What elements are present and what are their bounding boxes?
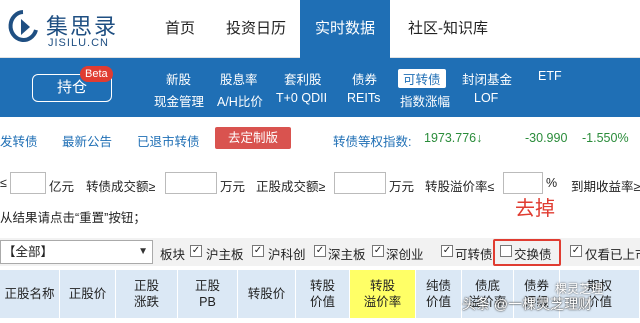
category-select-value: 【全部】 xyxy=(3,245,54,259)
logo-domain: JISILU.CN xyxy=(48,37,109,49)
board-sh-main-label: 沪主板 xyxy=(206,248,244,262)
checkbox-sh-star[interactable]: ✓ xyxy=(252,245,264,257)
filter-ytm-label: 到期收益率≥ xyxy=(571,180,640,194)
board-label: 板块 xyxy=(160,248,186,262)
subnav-dividend[interactable]: 股息率 xyxy=(220,69,258,88)
subnav-qdii[interactable]: T+0 QDII xyxy=(276,91,327,105)
subnav-arbitrage[interactable]: 套利股 xyxy=(284,69,322,88)
subnav-ipo[interactable]: 新股 xyxy=(166,69,191,88)
index-change-pct: -1.550% xyxy=(582,131,629,145)
tab-community[interactable]: 社区-知识库 xyxy=(396,0,500,58)
checkbox-convertible[interactable]: ✓ xyxy=(441,245,453,257)
link-announcements[interactable]: 最新公告 xyxy=(62,131,112,150)
col-stock-name[interactable]: 正股名称 xyxy=(0,270,60,318)
link-issued[interactable]: 发转债 xyxy=(0,131,38,150)
index-value: 1973.776↓ xyxy=(424,131,483,145)
filter-bond-turnover-label: 转债成交额≥ xyxy=(86,180,156,194)
col-conv-premium[interactable]: 转股 溢价率 xyxy=(350,270,416,318)
checkbox-sz-gem[interactable]: ✓ xyxy=(372,245,384,257)
subnav-bonds[interactable]: 债券 xyxy=(352,69,377,88)
category-select[interactable]: 【全部】 ▼ xyxy=(0,240,153,264)
subnav-reits[interactable]: REITs xyxy=(347,91,380,105)
checkbox-sz-main[interactable]: ✓ xyxy=(314,245,326,257)
subnav-closed-fund[interactable]: 封闭基金 xyxy=(462,69,512,88)
stock-turnover-input[interactable] xyxy=(334,172,386,194)
subnav-lof[interactable]: LOF xyxy=(474,91,498,105)
col-stock-price[interactable]: 正股价 xyxy=(60,270,116,318)
premium-input[interactable] xyxy=(503,172,543,194)
subnav-etf[interactable]: ETF xyxy=(538,69,562,83)
bond-turnover-input[interactable] xyxy=(165,172,217,194)
link-delisted[interactable]: 已退市转债 xyxy=(137,131,200,150)
filter-unit-wan-1: 万元 xyxy=(220,180,246,194)
board-sz-main-label: 深主板 xyxy=(328,248,366,262)
board-sh-star-label: 沪科创 xyxy=(268,248,306,262)
highlight-box xyxy=(493,239,561,266)
filter-le-symbol: ≤ xyxy=(0,176,7,190)
tab-realtime[interactable]: 实时数据 xyxy=(300,0,390,58)
board-sz-gem-label: 深创业 xyxy=(386,248,424,262)
subnav-convertible[interactable]: 可转债 xyxy=(398,69,446,88)
col-stock-change[interactable]: 正股 涨跌 xyxy=(116,270,178,318)
watermark-corner: 棵灵芝理 xyxy=(555,282,604,296)
watermark: 头条 @一棵灵芝理财 xyxy=(462,296,593,312)
top-nav: 集思录 JISILU.CN 首页 投资日历 实时数据 社区-知识库 xyxy=(0,0,640,58)
checkbox-sh-main[interactable]: ✓ xyxy=(190,245,202,257)
logo-mark-icon xyxy=(8,10,38,42)
link-row: 发转债 最新公告 已退市转债 去定制版 转债等权指数: 1973.776↓ -3… xyxy=(0,127,640,151)
sub-nav: 持仓 Beta 新股 股息率 套利股 债券 可转债 封闭基金 ETF 现金管理 … xyxy=(0,58,640,117)
filter-premium-label: 转股溢价率≤ xyxy=(425,180,495,194)
custom-version-button[interactable]: 去定制版 xyxy=(215,127,291,149)
chevron-down-icon: ▼ xyxy=(138,246,148,257)
annotation-remove: 去掉 xyxy=(515,196,555,220)
filter-unit-wan-2: 万元 xyxy=(389,180,415,194)
filter-unit-pct: % xyxy=(546,176,558,190)
size-input[interactable] xyxy=(10,172,46,194)
col-conv-price[interactable]: 转股价 xyxy=(238,270,296,318)
beta-badge: Beta xyxy=(80,66,113,82)
index-change: -30.990 xyxy=(525,131,568,145)
subnav-cash[interactable]: 现金管理 xyxy=(154,91,204,110)
subnav-ah[interactable]: A/H比价 xyxy=(217,91,263,110)
col-stock-pb[interactable]: 正股 PB xyxy=(178,270,238,318)
reset-tip: 从结果请点击“重置”按钮； xyxy=(0,211,146,225)
listed-only-label: 仅看已上市 xyxy=(585,248,640,262)
tab-calendar[interactable]: 投资日历 xyxy=(214,0,298,58)
subnav-index[interactable]: 指数涨幅 xyxy=(400,91,450,110)
tab-home[interactable]: 首页 xyxy=(150,0,210,58)
col-bond-value[interactable]: 纯债 价值 xyxy=(416,270,462,318)
convertible-label: 可转债 xyxy=(455,248,493,262)
col-conv-value[interactable]: 转股 价值 xyxy=(296,270,350,318)
site-logo[interactable]: 集思录 JISILU.CN xyxy=(4,6,144,52)
filter-stock-turnover-label: 正股成交额≥ xyxy=(256,180,326,194)
filter-unit-yi: 亿元 xyxy=(49,180,75,194)
table-row xyxy=(0,318,640,323)
checkbox-listed-only[interactable]: ✓ xyxy=(570,245,582,257)
index-label[interactable]: 转债等权指数: xyxy=(333,131,411,150)
